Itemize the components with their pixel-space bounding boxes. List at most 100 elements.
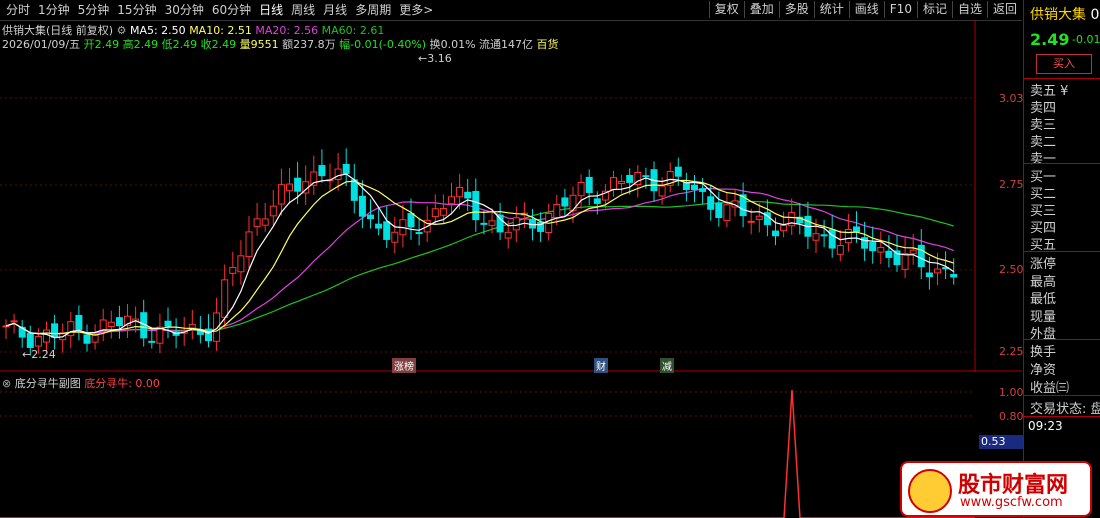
- candle-body: [148, 340, 156, 343]
- candle-body: [221, 279, 229, 318]
- candle-body: [707, 196, 715, 210]
- period-tab-6[interactable]: 日线: [255, 2, 287, 18]
- candle-body: [472, 190, 480, 221]
- candle-body: [828, 229, 836, 249]
- event-tag-reduce[interactable]: 减: [660, 358, 674, 373]
- period-tab-8[interactable]: 月线: [319, 2, 351, 18]
- ma20-path: [5, 187, 954, 335]
- candle-body: [853, 226, 860, 232]
- candle-body: [407, 213, 415, 228]
- candle-body: [950, 274, 958, 278]
- period-tab-3[interactable]: 15分钟: [113, 2, 160, 18]
- buy-button[interactable]: 买入: [1036, 54, 1092, 74]
- sub-tick-2: 0.80: [999, 410, 1024, 423]
- candle-body: [618, 180, 626, 184]
- candle-body: [367, 214, 374, 220]
- stat2-row-0: 换手: [1030, 345, 1057, 360]
- period-tab-5[interactable]: 60分钟: [208, 2, 255, 18]
- sub-tick-1: 1.00: [999, 386, 1024, 399]
- period-tab-4[interactable]: 30分钟: [161, 2, 208, 18]
- candle-body: [91, 334, 99, 343]
- period-tabs: 分时 1分钟 5分钟 15分钟 30分钟 60分钟 日线 周线 月线 多周期 更多>: [2, 2, 437, 18]
- period-tab-9[interactable]: 多周期: [351, 2, 395, 18]
- candle-body: [658, 185, 666, 197]
- action-button-4[interactable]: 画线: [848, 1, 884, 18]
- candle-body: [456, 186, 464, 198]
- stat-row-2: 最低: [1030, 292, 1057, 307]
- site-logo: 股市财富网 www.gscfw.com: [900, 461, 1092, 517]
- logo-url: www.gscfw.com: [960, 495, 1063, 510]
- stat2-row-1: 净资: [1030, 363, 1057, 378]
- period-tab-0[interactable]: 分时: [2, 2, 34, 18]
- candle-body: [107, 321, 115, 327]
- ma5-line: [5, 173, 955, 339]
- quote-panel: 供销大集 0 2.49 -0.01 买入 卖五 ¥ 卖四 卖三 卖二 卖一 买一 买二 买三…: [1023, 0, 1100, 518]
- stat-row-3: 现量: [1030, 309, 1057, 325]
- event-tag-ranking[interactable]: 涨榜: [392, 358, 416, 373]
- candle-body: [188, 323, 196, 329]
- period-tab-7[interactable]: 周线: [287, 2, 319, 18]
- candle-body: [747, 220, 755, 223]
- candlestick-chart[interactable]: [0, 20, 1022, 372]
- candle-body: [504, 231, 512, 239]
- indicator-chart[interactable]: [0, 373, 1022, 518]
- candle-body: [383, 221, 391, 240]
- price-tick-2: 2.75: [999, 178, 1024, 191]
- candle-body: [83, 334, 91, 344]
- high-marker: ←3.16: [418, 52, 452, 65]
- action-button-7[interactable]: 自选: [951, 1, 987, 18]
- sell-yen: ¥: [1056, 84, 1069, 99]
- period-toolbar: 分时 1分钟 5分钟 15分钟 30分钟 60分钟 日线 周线 月线 多周期 更多> 复权 叠加 多股统…: [0, 0, 1022, 21]
- candle-body: [812, 233, 820, 241]
- action-button-0[interactable]: 复权: [708, 1, 744, 18]
- action-button-1[interactable]: 叠加: [743, 1, 779, 18]
- candle-body: [925, 272, 933, 278]
- candle-body: [909, 249, 917, 255]
- candle-body: [585, 176, 593, 193]
- candle-body: [917, 244, 925, 268]
- stat2-row-2: 收益㈢: [1030, 381, 1070, 396]
- candle-body: [26, 332, 34, 348]
- candle-body: [610, 177, 617, 190]
- candle-body: [350, 179, 358, 201]
- period-tab-2[interactable]: 5分钟: [74, 2, 114, 18]
- candle-body: [34, 335, 42, 347]
- candle-body: [755, 215, 763, 221]
- candle-body: [820, 234, 828, 237]
- candle-body: [626, 174, 634, 183]
- event-tag-finance[interactable]: 财: [594, 358, 608, 373]
- candle-body: [901, 253, 909, 270]
- ma60-line: [5, 200, 954, 335]
- candle-body: [375, 223, 383, 229]
- candle-body: [43, 329, 50, 343]
- candle-body: [342, 163, 350, 174]
- candle-body: [577, 182, 585, 197]
- candle-body: [699, 188, 707, 192]
- candle-body: [496, 214, 504, 233]
- period-tab-1[interactable]: 1分钟: [34, 2, 74, 18]
- low-marker: ←2.24: [22, 348, 56, 361]
- candle-body: [318, 165, 326, 177]
- candle-body: [885, 250, 893, 258]
- candle-body: [561, 197, 569, 207]
- price-tick-3: 2.50: [999, 263, 1024, 276]
- period-tab-10[interactable]: 更多>: [395, 2, 437, 18]
- action-button-8[interactable]: 返回: [986, 1, 1022, 18]
- candle-body: [439, 208, 447, 216]
- action-button-6[interactable]: 标记: [916, 1, 952, 18]
- price-tick-1: 3.03: [999, 92, 1024, 105]
- candle-body: [553, 203, 561, 219]
- candle-body: [164, 320, 172, 327]
- candle-body: [415, 232, 423, 235]
- candle-body: [358, 195, 366, 217]
- action-button-5[interactable]: F10: [883, 1, 917, 18]
- action-button-2[interactable]: 多股: [778, 1, 814, 18]
- indicator-line: [0, 389, 975, 518]
- candle-body: [269, 205, 277, 217]
- candle-body: [512, 217, 520, 231]
- action-button-3[interactable]: 统计: [813, 1, 849, 18]
- stat-row-0: 涨停: [1030, 257, 1057, 272]
- candle-body: [75, 314, 83, 330]
- candle-body: [334, 168, 342, 181]
- action-buttons: 复权 叠加 多股 统计 画线 F10 标记 自选 返回: [708, 1, 1022, 18]
